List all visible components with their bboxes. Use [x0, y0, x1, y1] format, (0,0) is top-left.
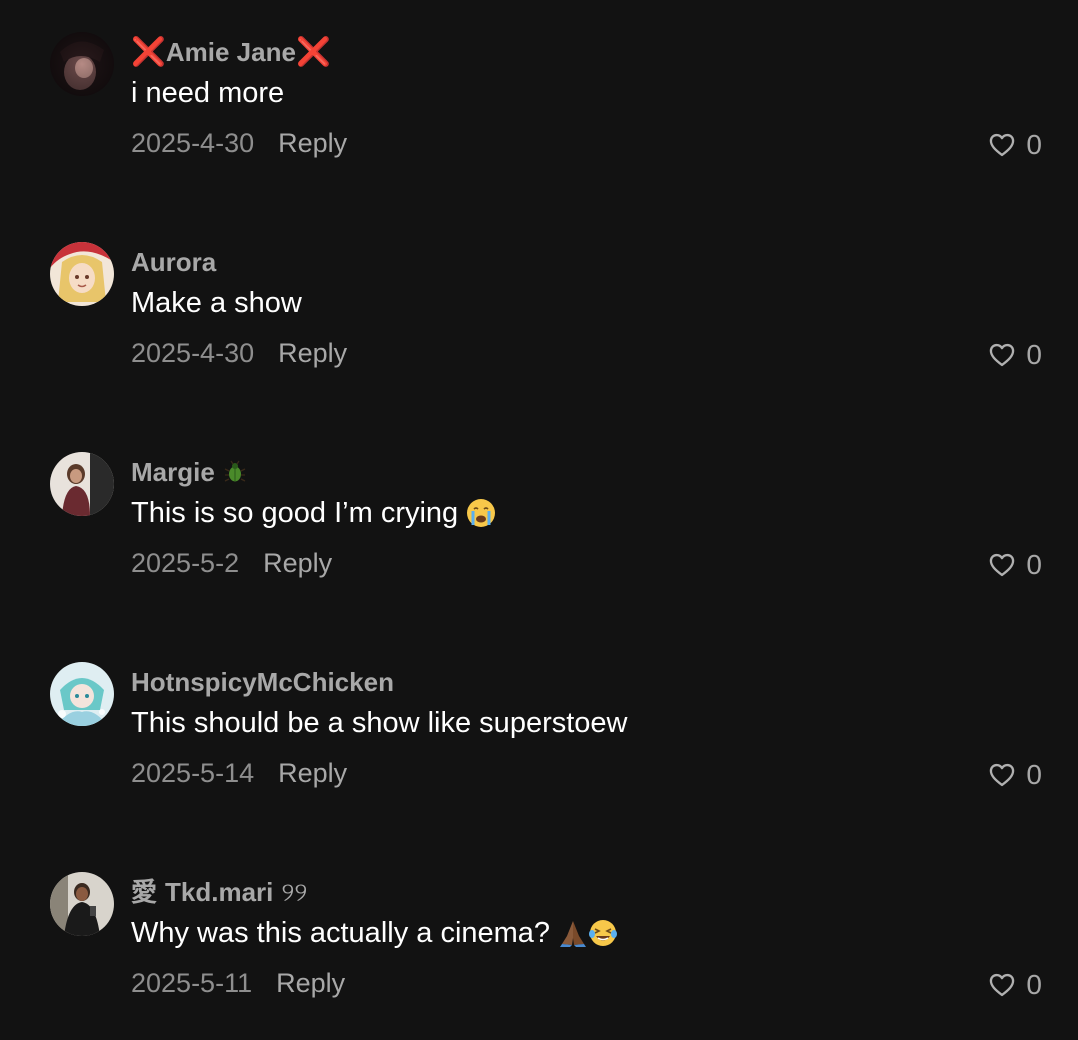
username[interactable]: ❌ Amie Jane ❌: [131, 36, 331, 68]
username[interactable]: Margie: [131, 456, 247, 488]
username[interactable]: HotnspicyMcChicken: [131, 666, 394, 698]
avatar[interactable]: [50, 242, 114, 306]
comment-date: 2025-5-11: [131, 968, 253, 998]
laughing-tears-emoji: [589, 920, 618, 946]
avatar[interactable]: [50, 32, 114, 96]
username-text: Margie: [131, 457, 215, 487]
like-button[interactable]: 0: [988, 969, 1042, 1001]
comment-text: This is so good I’m crying: [131, 495, 496, 531]
x-mark-icon: ❌: [131, 36, 166, 67]
like-button[interactable]: 0: [988, 549, 1042, 581]
like-count: 0: [1026, 549, 1042, 580]
username-text: Tkd.mari: [165, 877, 274, 907]
avatar[interactable]: [50, 872, 114, 936]
comment-meta: 2025-4-30 Reply: [131, 336, 347, 370]
reply-button[interactable]: Reply: [276, 968, 345, 998]
comment-item: ❌ Amie Jane ❌ i need more 2025-4-30 Reply 0: [0, 0, 1078, 200]
comment-text-content: Why was this actually a cinema?: [131, 917, 551, 949]
crying-face-emoji: [467, 499, 496, 527]
like-button[interactable]: 0: [988, 759, 1042, 791]
reply-button[interactable]: Reply: [263, 548, 332, 578]
comment-text-content: This is so good I’m crying: [131, 497, 459, 529]
username-text: Aurora: [131, 247, 217, 277]
heart-outline-icon: [990, 763, 1015, 787]
like-count: 0: [1026, 339, 1042, 370]
comment-item: Margie This is so good I’m crying 2025-5…: [0, 420, 1078, 620]
heart-outline-icon: [990, 553, 1015, 577]
heart-outline-icon: [990, 133, 1015, 157]
reply-button[interactable]: Reply: [278, 758, 347, 788]
username[interactable]: 愛 Tkd.mari ୨୨: [131, 876, 307, 908]
like-button[interactable]: 0: [988, 339, 1042, 371]
comment-item: 愛 Tkd.mari ୨୨ Why was this actually a cine…: [0, 840, 1078, 1040]
avatar[interactable]: [50, 452, 114, 516]
username[interactable]: Aurora: [131, 246, 216, 278]
like-count: 0: [1026, 759, 1042, 790]
username-suffix: ୨୨: [281, 877, 308, 907]
like-count: 0: [1026, 969, 1042, 1000]
folded-hands-emoji: [560, 921, 587, 947]
reply-button[interactable]: Reply: [278, 128, 347, 158]
comment-date: 2025-5-14: [131, 758, 255, 788]
comment-date: 2025-4-30: [131, 338, 255, 368]
comment-text: This should be a show like superstoew: [131, 707, 628, 739]
comment-meta: 2025-5-2 Reply: [131, 546, 332, 580]
like-count: 0: [1026, 129, 1042, 160]
comment-date: 2025-4-30: [131, 128, 255, 158]
beetle-emoji: [224, 460, 246, 482]
comment-meta: 2025-5-14 Reply: [131, 756, 347, 790]
heart-outline-icon: [990, 343, 1015, 367]
avatar[interactable]: [50, 662, 114, 726]
comment-text: Make a show: [131, 287, 302, 319]
username-prefix: 愛: [131, 877, 158, 907]
comment-text: i need more: [131, 77, 285, 109]
comment-item: HotnspicyMcChicken This should be a show…: [0, 630, 1078, 830]
reply-button[interactable]: Reply: [278, 338, 347, 368]
comment-text: Why was this actually a cinema?: [131, 915, 618, 951]
username-text: Amie Jane: [165, 37, 296, 67]
comment-meta: 2025-5-11 Reply: [131, 966, 345, 1000]
username-text: HotnspicyMcChicken: [131, 667, 394, 697]
x-mark-icon: ❌: [295, 36, 331, 67]
comment-date: 2025-5-2: [131, 548, 240, 578]
comment-item: Aurora Make a show 2025-4-30 Reply 0: [0, 210, 1078, 410]
heart-outline-icon: [990, 973, 1015, 997]
like-button[interactable]: 0: [988, 129, 1042, 161]
comment-meta: 2025-4-30 Reply: [131, 126, 347, 160]
